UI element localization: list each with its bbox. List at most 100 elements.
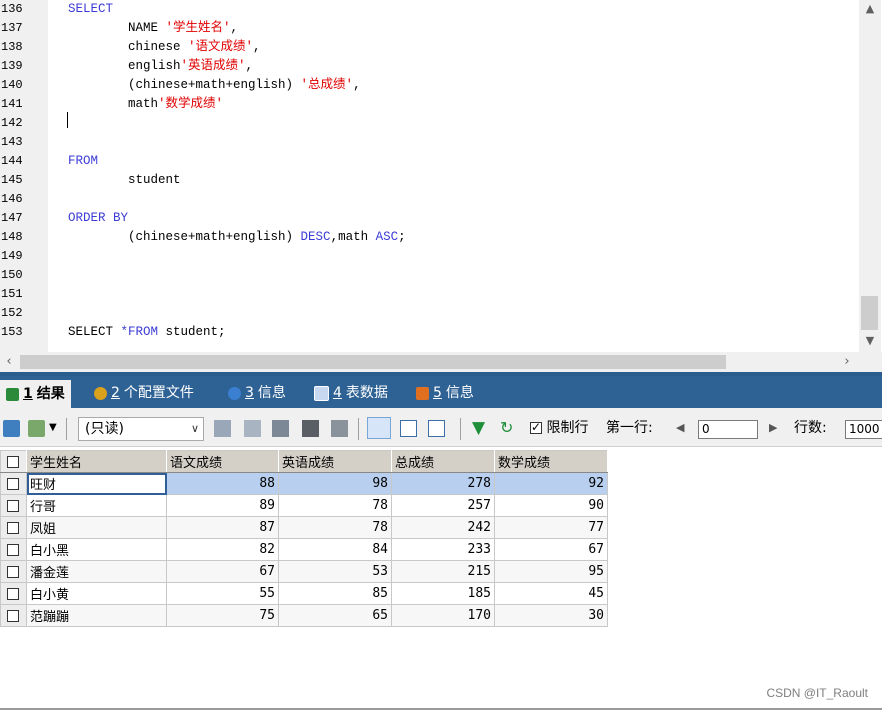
row-checkbox[interactable] bbox=[0, 582, 27, 605]
code-line[interactable]: SELECT bbox=[68, 0, 113, 19]
scrollbar-thumb[interactable] bbox=[20, 355, 726, 369]
readonly-select[interactable]: (只读) ∨ bbox=[78, 417, 204, 441]
table-cell[interactable]: 233 bbox=[391, 538, 495, 561]
first-row-input[interactable] bbox=[698, 420, 758, 439]
row-checkbox[interactable] bbox=[0, 494, 27, 517]
table-cell[interactable]: 范蹦蹦 bbox=[26, 604, 167, 627]
delete-icon[interactable] bbox=[302, 420, 319, 437]
tab-profiles[interactable]: 2 个配置文件 bbox=[94, 380, 194, 406]
table-cell[interactable]: 257 bbox=[391, 494, 495, 517]
table-row[interactable]: 旺财 88 98 278 92 bbox=[0, 472, 608, 495]
table-cell[interactable]: 55 bbox=[166, 582, 279, 605]
row-checkbox[interactable] bbox=[0, 560, 27, 583]
table-cell[interactable]: 75 bbox=[166, 604, 279, 627]
table-cell[interactable]: 凤姐 bbox=[26, 516, 167, 539]
table-cell[interactable]: 87 bbox=[166, 516, 279, 539]
tab-info[interactable]: 5 信息 bbox=[416, 380, 474, 406]
save-icon[interactable] bbox=[272, 420, 289, 437]
column-header[interactable]: 数学成绩 bbox=[494, 450, 608, 473]
table-cell[interactable]: 67 bbox=[494, 538, 608, 561]
row-checkbox[interactable] bbox=[0, 538, 27, 561]
table-cell[interactable]: 白小黄 bbox=[26, 582, 167, 605]
table-cell[interactable]: 185 bbox=[391, 582, 495, 605]
table-row[interactable]: 凤姐 87 78 242 77 bbox=[0, 516, 608, 539]
code-line[interactable]: (chinese+math+english) '总成绩', bbox=[68, 76, 361, 95]
table-cell[interactable]: 89 bbox=[166, 494, 279, 517]
row-checkbox[interactable] bbox=[0, 604, 27, 627]
text-view-icon[interactable] bbox=[428, 420, 445, 437]
table-cell[interactable]: 旺财 bbox=[26, 472, 167, 495]
code-line[interactable]: english'英语成绩', bbox=[68, 57, 253, 76]
table-cell[interactable]: 65 bbox=[278, 604, 392, 627]
table-cell[interactable]: 45 bbox=[494, 582, 608, 605]
column-header[interactable]: 英语成绩 bbox=[278, 450, 392, 473]
column-header[interactable]: 语文成绩 bbox=[166, 450, 279, 473]
select-all-checkbox[interactable] bbox=[0, 450, 27, 473]
table-cell[interactable]: 170 bbox=[391, 604, 495, 627]
table-row[interactable]: 白小黑 82 84 233 67 bbox=[0, 538, 608, 561]
table-cell[interactable]: 行哥 bbox=[26, 494, 167, 517]
next-page-icon[interactable]: ▶ bbox=[769, 418, 777, 438]
table-cell[interactable]: 78 bbox=[278, 494, 392, 517]
table-cell[interactable]: 90 bbox=[494, 494, 608, 517]
code-line[interactable]: SELECT *FROM student; bbox=[68, 323, 226, 342]
refresh-icon[interactable]: ↻ bbox=[500, 418, 513, 438]
editor-horizontal-scrollbar[interactable]: ‹ › bbox=[0, 352, 882, 372]
tab-table-data[interactable]: 4 表数据 bbox=[314, 380, 388, 406]
filter-icon[interactable]: ▼ bbox=[472, 418, 485, 438]
row-checkbox[interactable] bbox=[0, 516, 27, 539]
table-cell[interactable]: 98 bbox=[278, 472, 392, 495]
view-mode-dropdown-icon[interactable]: ▼ bbox=[49, 418, 57, 438]
code-line[interactable]: (chinese+math+english) DESC,math ASC; bbox=[68, 228, 406, 247]
code-line[interactable]: ORDER BY bbox=[68, 209, 128, 228]
table-cell[interactable]: 84 bbox=[278, 538, 392, 561]
table-cell[interactable]: 88 bbox=[166, 472, 279, 495]
table-row[interactable]: 白小黄 55 85 185 45 bbox=[0, 582, 608, 605]
code-line[interactable]: student bbox=[68, 171, 181, 190]
insert-row-icon[interactable] bbox=[214, 420, 231, 437]
table-cell[interactable]: 77 bbox=[494, 516, 608, 539]
scroll-up-icon[interactable]: ▲ bbox=[859, 0, 881, 18]
column-header[interactable]: 总成绩 bbox=[391, 450, 495, 473]
view-mode-icon[interactable] bbox=[28, 420, 45, 437]
code-line[interactable]: NAME '学生姓名', bbox=[68, 19, 238, 38]
code-line[interactable]: chinese '语文成绩', bbox=[68, 38, 261, 57]
table-cell[interactable]: 53 bbox=[278, 560, 392, 583]
grid-view-icon[interactable] bbox=[367, 417, 391, 439]
table-cell[interactable]: 白小黑 bbox=[26, 538, 167, 561]
column-header[interactable]: 学生姓名 bbox=[26, 450, 167, 473]
duplicate-row-icon[interactable] bbox=[244, 420, 261, 437]
scroll-left-icon[interactable]: ‹ bbox=[0, 352, 18, 372]
table-cell[interactable]: 95 bbox=[494, 560, 608, 583]
table-cell[interactable]: 215 bbox=[391, 560, 495, 583]
rows-count-input[interactable] bbox=[845, 420, 882, 439]
table-cell[interactable]: 92 bbox=[494, 472, 608, 495]
table-cell[interactable]: 30 bbox=[494, 604, 608, 627]
table-cell[interactable]: 278 bbox=[391, 472, 495, 495]
sql-editor[interactable]: 136 137 138 139 140 141 142 143 144 145 146 147 148 1… bbox=[0, 0, 859, 352]
cancel-changes-icon[interactable] bbox=[331, 420, 348, 437]
table-cell[interactable]: 85 bbox=[278, 582, 392, 605]
editor-vertical-scrollbar[interactable]: ▲ ▼ bbox=[859, 0, 881, 352]
tab-messages[interactable]: 3 信息 bbox=[228, 380, 286, 406]
table-row[interactable]: 范蹦蹦 75 65 170 30 bbox=[0, 604, 608, 627]
code-line[interactable]: math'数学成绩' bbox=[68, 95, 223, 114]
code-line[interactable]: FROM bbox=[68, 152, 98, 171]
row-checkbox[interactable] bbox=[0, 472, 27, 495]
tab-results[interactable]: 1 结果 bbox=[0, 380, 71, 408]
scroll-right-icon[interactable]: › bbox=[838, 352, 856, 372]
scrollbar-thumb[interactable] bbox=[861, 296, 878, 330]
limit-rows-toggle[interactable]: ✓ 限制行 bbox=[530, 418, 588, 438]
table-cell[interactable]: 242 bbox=[391, 516, 495, 539]
table-cell[interactable]: 78 bbox=[278, 516, 392, 539]
prev-page-icon[interactable]: ◀ bbox=[676, 418, 684, 438]
table-cell[interactable]: 67 bbox=[166, 560, 279, 583]
table-row[interactable]: 行哥 89 78 257 90 bbox=[0, 494, 608, 517]
table-cell[interactable]: 潘金莲 bbox=[26, 560, 167, 583]
form-view-icon[interactable] bbox=[400, 420, 417, 437]
result-grid[interactable]: 学生姓名 语文成绩 英语成绩 总成绩 数学成绩 旺财 88 98 278 92 行哥 89 7… bbox=[0, 450, 608, 627]
table-row[interactable]: 潘金莲 67 53 215 95 bbox=[0, 560, 608, 583]
scroll-down-icon[interactable]: ▼ bbox=[859, 332, 881, 350]
export-grid-icon[interactable] bbox=[3, 420, 20, 437]
table-cell[interactable]: 82 bbox=[166, 538, 279, 561]
